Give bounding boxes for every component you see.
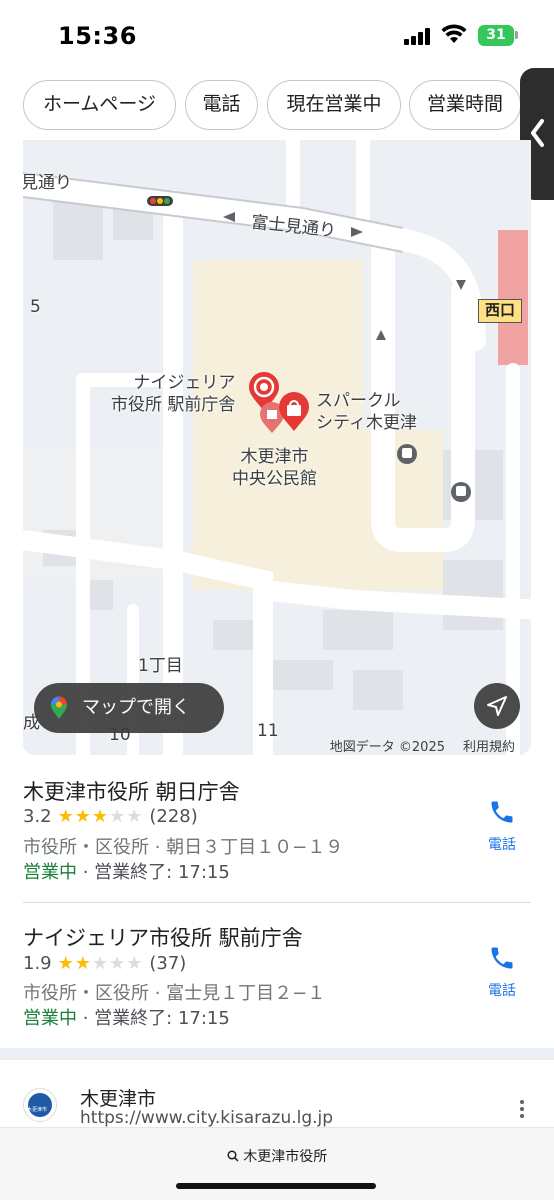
divider [23,902,531,903]
rating-value: 1.9 [23,953,52,974]
map-block-5: 5 [30,297,41,317]
wifi-icon [441,24,467,43]
open-in-maps-label: マップで開く [82,697,190,718]
open-status: 営業中 [23,1008,77,1029]
google-maps-pin-icon [51,696,67,719]
open-status: 営業中 [23,862,77,883]
hours-line: 営業中 · 営業終了: 17:15 [23,1008,230,1029]
map-footer: 地図データ ©2025 利用規約 [330,736,515,755]
phone-icon [491,801,513,823]
map-pin-sparkle[interactable] [277,392,311,436]
bottom-search-bar[interactable]: 木更津市役所 [0,1127,554,1200]
directions-button[interactable] [474,683,520,729]
address-line: 市役所・区役所 · 富士見１丁目２−１ [23,983,326,1004]
call-label: 電話 [488,983,516,999]
map-poi-nigeria-label[interactable]: ナイジェリア 市役所 駅前庁舎 [111,372,235,416]
status-bar: 15:36 31 [0,0,554,72]
phone-icon [491,947,513,969]
star-rating-icon: ★★★★★ [57,806,144,827]
shopping-pin-icon [279,392,309,431]
city-emblem-icon [28,1093,52,1117]
status-time: 15:36 [58,22,137,50]
rating-line: 3.2 ★★★★★ (228) [23,806,198,827]
result-title[interactable]: 木更津市役所 朝日庁舎 [23,776,240,806]
rating-line: 1.9 ★★★★★ (37) [23,953,186,974]
result-title[interactable]: ナイジェリア市役所 駅前庁舎 [23,922,303,952]
battery-indicator: 31 [478,25,514,46]
closing-time: 営業終了: 17:15 [94,1008,230,1029]
site-name[interactable]: 木更津市 [80,1084,156,1111]
open-in-maps-button[interactable]: マップで開く [34,683,224,733]
battery-tip [515,31,518,39]
review-count: (37) [149,953,187,974]
bottom-search-query-wrap: 木更津市役所 [0,1146,554,1166]
call-button[interactable]: 電話 [478,944,526,1000]
star-rating-icon: ★★★★★ [57,953,144,974]
home-indicator [176,1183,376,1189]
map-attribution: 地図データ ©2025 [329,740,445,755]
map-terms-link[interactable]: 利用規約 [463,740,515,755]
filter-chip-row: ホームページ 電話 現在営業中 営業時間 [0,72,554,140]
map-poi-sparkle-label[interactable]: スパークル シティ木更津 [316,390,417,434]
site-favicon-text: 木更津市 [27,1107,48,1113]
closing-time: 営業終了: 17:15 [94,862,230,883]
more-options-icon[interactable] [518,1100,526,1122]
chip-hours[interactable]: 営業時間 [409,80,521,130]
site-favicon: 木更津市 [23,1088,57,1122]
section-separator [0,1048,554,1060]
search-icon [227,1150,239,1162]
station-west-exit-tag: 西口 [478,299,522,323]
map-block-11: 11 [257,721,279,741]
chevron-left-icon [531,119,544,147]
map-poi-hall-label[interactable]: 木更津市 中央公民館 [232,446,317,490]
site-url[interactable]: https://www.city.kisarazu.lg.jp [80,1108,333,1128]
call-label: 電話 [488,837,516,853]
chip-homepage[interactable]: ホームページ [23,80,176,130]
navigation-arrow-icon [487,696,507,716]
map-view[interactable]: 見通り 富士見通り 西口 5 ナイジェリア 市役所 駅前庁舎 スパークル シティ… [23,140,531,755]
chip-open-now[interactable]: 現在営業中 [267,80,401,130]
address-line: 市役所・区役所 · 朝日３丁目１０−１９ [23,837,344,858]
hours-line: 営業中 · 営業終了: 17:15 [23,862,230,883]
rating-value: 3.2 [23,806,52,827]
cellular-signal-icon [404,27,434,45]
call-button[interactable]: 電話 [478,798,526,854]
map-block-1chome: 1丁目 [138,656,183,676]
chip-phone[interactable]: 電話 [185,80,258,130]
map-street-label-left: 見通り [23,173,72,193]
bottom-search-query: 木更津市役所 [243,1149,328,1165]
review-count: (228) [149,806,198,827]
